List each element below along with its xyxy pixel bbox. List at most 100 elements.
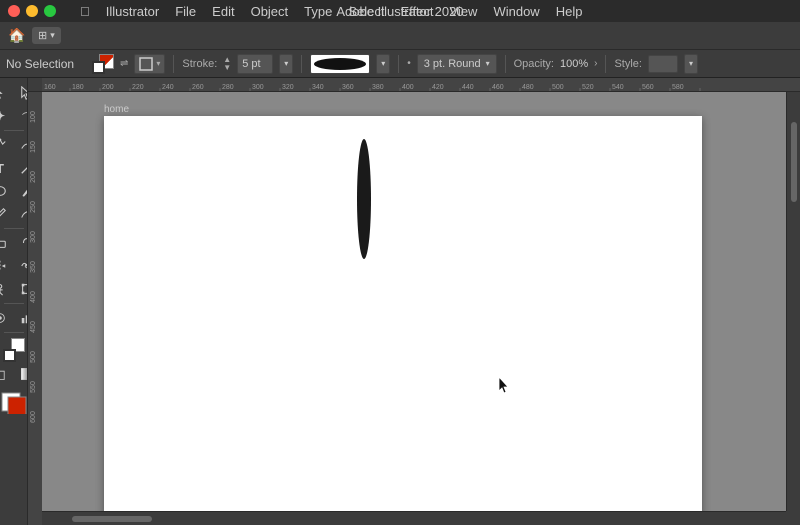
ellipse-tool[interactable]: [0, 180, 13, 202]
ruler-h-track: 160 180 200 220 240 260 280 300: [42, 78, 800, 91]
pen-tool[interactable]: [0, 134, 13, 156]
scrollbar-h-thumb[interactable]: [72, 516, 152, 522]
stroke-value[interactable]: 5 pt: [237, 54, 273, 74]
style-dropdown[interactable]: ▾: [684, 54, 698, 74]
opacity-label: Opacity:: [514, 58, 554, 70]
menu-file[interactable]: File: [175, 4, 196, 19]
scrollbar-horizontal[interactable]: [42, 511, 786, 525]
stroke-color-box[interactable]: [3, 349, 16, 362]
line-tool[interactable]: [14, 157, 28, 179]
menu-effect[interactable]: Effect: [400, 4, 433, 19]
type-icon: T: [0, 161, 4, 176]
smooth-tool[interactable]: [14, 203, 28, 225]
graph-tools: [0, 307, 28, 329]
puppet-warp-icon: [0, 282, 7, 296]
pencil-tools: [0, 203, 28, 225]
artboard-slice-tools[interactable]: [1, 388, 27, 414]
ellipse-icon: [0, 184, 7, 198]
fill-stroke-color[interactable]: [1, 338, 27, 362]
menu-apple[interactable]: : [80, 4, 90, 19]
brush-preview[interactable]: [310, 54, 370, 74]
direct-selection-tool[interactable]: [14, 82, 28, 104]
opacity-expand-icon[interactable]: ›: [594, 58, 597, 69]
free-transform-icon: [20, 282, 28, 296]
reflect-tool[interactable]: [0, 255, 13, 277]
workspace-switcher[interactable]: ⊞ ▾: [32, 27, 61, 44]
style-preview[interactable]: [648, 55, 678, 73]
svg-text:280: 280: [222, 84, 234, 91]
symbol-tool[interactable]: [0, 307, 13, 329]
style-label: Style:: [614, 58, 642, 70]
magic-wand-tool[interactable]: ✦: [0, 105, 13, 127]
column-graph-tool[interactable]: [14, 307, 28, 329]
puppet-warp-tool[interactable]: [0, 278, 13, 300]
maximize-button[interactable]: [44, 5, 56, 17]
direct-selection-arrow-icon: [20, 86, 28, 100]
menu-view[interactable]: View: [450, 4, 478, 19]
magic-lasso-tools: ✦ ⌒: [0, 105, 28, 127]
lasso-tool[interactable]: ⌒: [14, 105, 28, 127]
menu-type[interactable]: Type: [304, 4, 332, 19]
type-tools: T: [0, 157, 28, 179]
curvature-icon: [20, 138, 28, 152]
style-chevron-icon: ▾: [689, 59, 693, 68]
ruler-h-svg: 160 180 200 220 240 260 280 300: [42, 78, 800, 91]
minimize-button[interactable]: [26, 5, 38, 17]
canvas-surface[interactable]: home: [42, 92, 800, 525]
main-area: ✦ ⌒ T: [0, 78, 800, 525]
curvature-tool[interactable]: [14, 134, 28, 156]
brush-type-dropdown[interactable]: 3 pt. Round ▾: [417, 54, 497, 74]
home-button[interactable]: 🏠: [6, 25, 28, 47]
menu-edit[interactable]: Edit: [212, 4, 234, 19]
application-toolbar: 🏠 ⊞ ▾: [0, 22, 800, 50]
scrollbar-v-thumb[interactable]: [791, 122, 797, 202]
bar-chart-icon: [20, 311, 28, 325]
brush-type-chevron-icon: ▾: [486, 59, 490, 68]
artboard[interactable]: [104, 116, 702, 516]
paintbrush-icon: [20, 184, 28, 198]
type-tool[interactable]: T: [0, 157, 13, 179]
eraser-tool[interactable]: [0, 232, 13, 254]
close-button[interactable]: [8, 5, 20, 17]
menu-object[interactable]: Object: [251, 4, 289, 19]
menu-select[interactable]: Select: [348, 4, 384, 19]
none-icon[interactable]: ◻: [0, 363, 13, 385]
svg-text:500: 500: [552, 84, 564, 91]
separator3: [398, 55, 399, 73]
menu-illustrator[interactable]: Illustrator: [106, 4, 159, 19]
stroke-stepper[interactable]: ▲▼: [223, 56, 231, 72]
fill-type-dropdown[interactable]: ▾: [134, 54, 165, 74]
svg-text:160: 160: [44, 84, 56, 91]
gradient-icon[interactable]: [14, 363, 28, 385]
menu-help[interactable]: Help: [556, 4, 583, 19]
ruler-corner: [28, 78, 42, 91]
pen-icon: [0, 138, 7, 152]
paintbrush-tool[interactable]: [14, 180, 28, 202]
eraser-tools: [0, 232, 28, 254]
svg-text:480: 480: [522, 84, 534, 91]
pencil-tool[interactable]: [0, 203, 13, 225]
svg-text:340: 340: [312, 84, 324, 91]
selection-tool[interactable]: [0, 82, 13, 104]
selection-arrow-icon: [0, 86, 7, 100]
free-transform-tool[interactable]: [14, 278, 28, 300]
fill-swap-icon[interactable]: ⇌: [120, 58, 128, 69]
svg-text:150: 150: [30, 141, 37, 153]
rotate-icon: [20, 236, 28, 250]
control-bar: No Selection ⇌ ▾ Stroke: ▲▼ 5 pt ▾ ▾: [0, 50, 800, 78]
fill-type-chevron-icon: ▾: [156, 59, 160, 68]
selection-tools: [0, 82, 28, 104]
reflect-icon: [0, 259, 7, 273]
menu-window[interactable]: Window: [493, 4, 539, 19]
brush-dropdown[interactable]: ▾: [376, 54, 390, 74]
warp-icon: [20, 259, 28, 273]
stroke-box[interactable]: [92, 61, 105, 74]
rotate-tool[interactable]: [14, 232, 28, 254]
warp-tool[interactable]: [14, 255, 28, 277]
svg-text:240: 240: [162, 84, 174, 91]
stroke-unit-dropdown[interactable]: ▾: [279, 54, 293, 74]
scrollbar-vertical[interactable]: [786, 92, 800, 511]
stroke-shape: [354, 134, 374, 264]
canvas-area[interactable]: 160 180 200 220 240 260 280 300: [28, 78, 800, 525]
fill-stroke-indicator[interactable]: [92, 54, 114, 74]
